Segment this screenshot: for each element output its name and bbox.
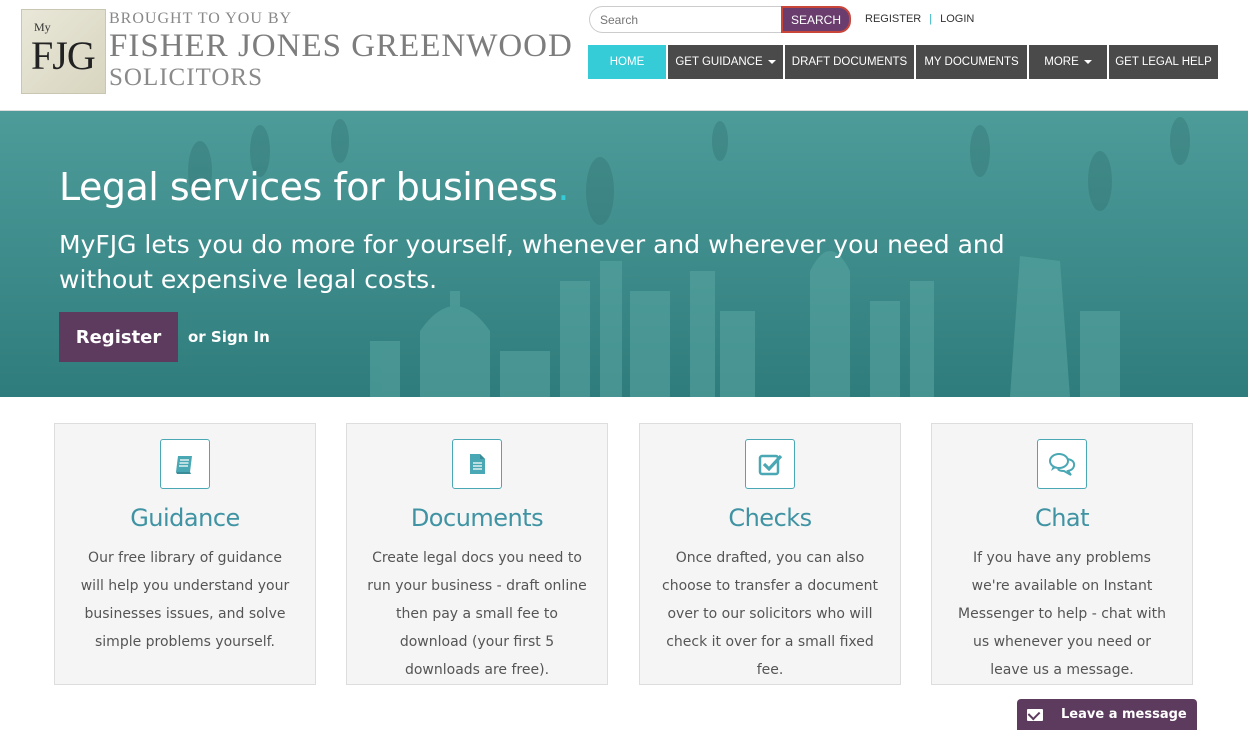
- features-section: Guidance Our free library of guidance wi…: [0, 397, 1248, 730]
- logo-tagline: BROUGHT TO YOU BY: [109, 10, 293, 27]
- logo-firm-name: FISHER JONES GREENWOOD: [109, 28, 573, 64]
- feature-title: Documents: [410, 504, 544, 532]
- nav-get-guidance[interactable]: GET GUIDANCE: [668, 45, 783, 79]
- register-link[interactable]: REGISTER: [865, 13, 921, 25]
- feature-title: Guidance: [130, 504, 240, 532]
- logo-solicitors: SOLICITORS: [109, 64, 264, 91]
- leave-message-label: Leave a message: [1061, 707, 1187, 722]
- feature-card-documents[interactable]: Documents Create legal docs you need to …: [346, 423, 608, 685]
- hero-subtitle: MyFJG lets you do more for yourself, whe…: [59, 230, 1005, 294]
- feature-description: Once drafted, you can also choose to tra…: [662, 550, 878, 678]
- hero-signin-link[interactable]: or Sign In: [188, 328, 270, 346]
- book-icon: [160, 439, 210, 489]
- caret-down-icon: [767, 60, 776, 64]
- nav-my-documents-label: MY DOCUMENTS: [924, 56, 1019, 68]
- logo[interactable]: My FJG: [21, 9, 106, 94]
- nav-get-legal-help-label: GET LEGAL HELP: [1115, 56, 1212, 68]
- search-button[interactable]: SEARCH: [781, 6, 851, 33]
- hero-title: Legal services for business.: [59, 165, 569, 209]
- link-separator: |: [929, 13, 933, 25]
- site-header: My FJG BROUGHT TO YOU BY FISHER JONES GR…: [0, 0, 1248, 111]
- hero-title-text: Legal services for business: [59, 165, 558, 209]
- hero-banner: Legal services for business. MyFJG lets …: [0, 111, 1248, 397]
- feature-description: Create legal docs you need to run your b…: [367, 550, 587, 678]
- nav-get-legal-help[interactable]: GET LEGAL HELP: [1109, 45, 1218, 79]
- leave-message-widget[interactable]: Leave a message: [1017, 699, 1197, 730]
- feature-title: Checks: [728, 504, 812, 532]
- feature-description: If you have any problems we're available…: [958, 550, 1166, 678]
- nav-more[interactable]: MORE: [1029, 45, 1107, 79]
- checkbox-icon: [745, 439, 795, 489]
- nav-get-guidance-label: GET GUIDANCE: [675, 56, 763, 68]
- nav-home-label: HOME: [609, 56, 645, 68]
- nav-more-label: MORE: [1044, 56, 1079, 68]
- nav-draft-documents[interactable]: DRAFT DOCUMENTS: [785, 45, 914, 79]
- login-link[interactable]: LOGIN: [940, 13, 974, 25]
- mail-icon: [1027, 708, 1043, 721]
- chat-bubbles-icon: [1037, 439, 1087, 489]
- nav-draft-documents-label: DRAFT DOCUMENTS: [791, 56, 908, 68]
- nav-my-documents[interactable]: MY DOCUMENTS: [916, 45, 1027, 79]
- hero-register-button[interactable]: Register: [59, 312, 178, 362]
- account-links: REGISTER | LOGIN: [865, 13, 974, 25]
- logo-fjg-text: FJG: [31, 33, 96, 78]
- feature-card-guidance[interactable]: Guidance Our free library of guidance wi…: [54, 423, 316, 685]
- feature-card-chat[interactable]: Chat If you have any problems we're avai…: [931, 423, 1193, 685]
- feature-card-checks[interactable]: Checks Once drafted, you can also choose…: [639, 423, 901, 685]
- caret-down-icon: [1083, 60, 1092, 64]
- document-icon: [452, 439, 502, 489]
- logo-wordmark[interactable]: BROUGHT TO YOU BY FISHER JONES GREENWOOD…: [109, 10, 573, 92]
- hero-title-dot: .: [557, 165, 569, 209]
- feature-description: Our free library of guidance will help y…: [80, 550, 290, 650]
- feature-title: Chat: [1034, 504, 1090, 532]
- nav-home[interactable]: HOME: [588, 45, 666, 79]
- search-input[interactable]: [589, 6, 783, 33]
